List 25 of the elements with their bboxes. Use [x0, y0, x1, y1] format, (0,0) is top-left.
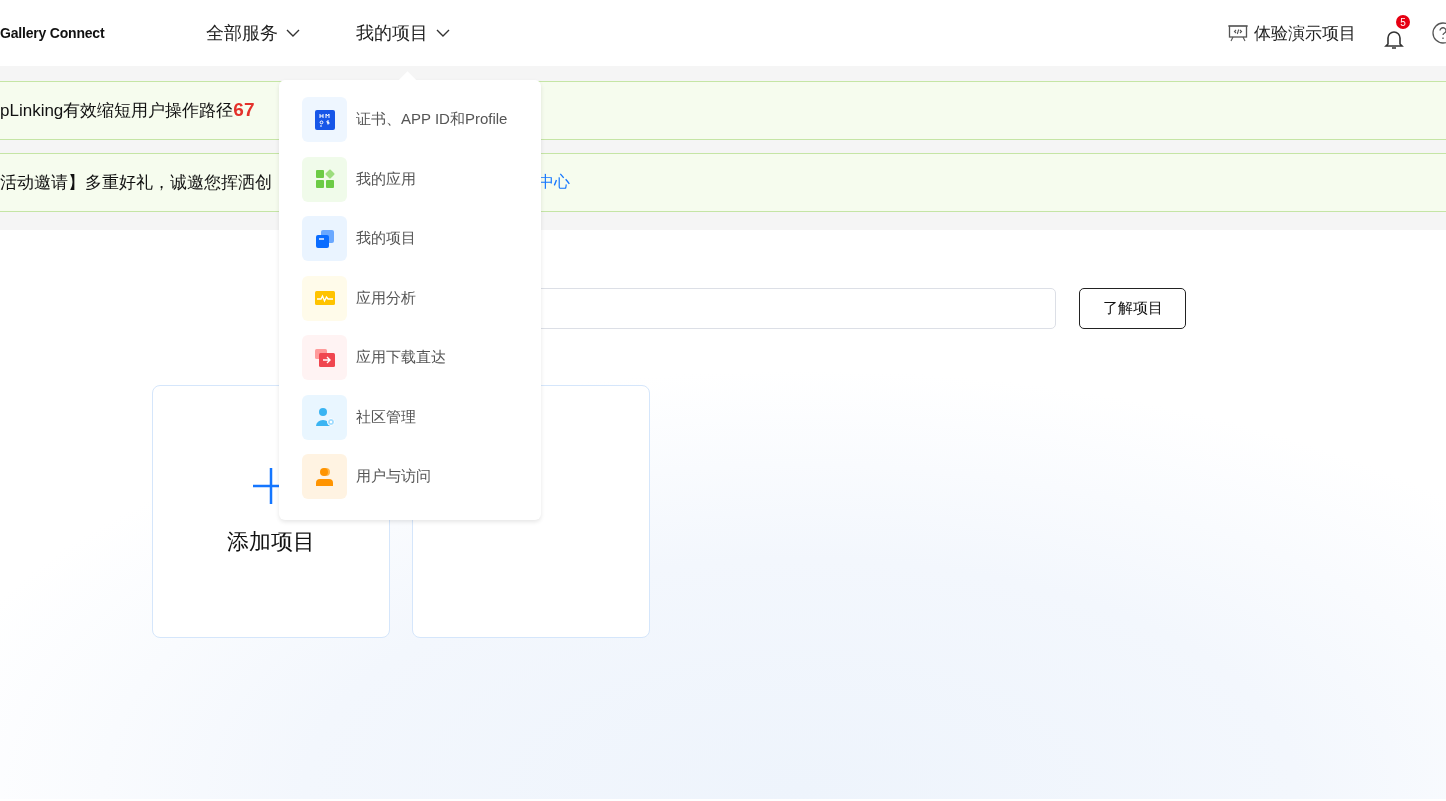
- nav-menu-item[interactable]: 全部服务: [206, 21, 300, 45]
- chart-screen-icon: [302, 275, 347, 321]
- chevron-down-icon: [436, 29, 450, 37]
- dropdown-menu-item[interactable]: 应用下载直达: [279, 335, 541, 380]
- notice-text: pLinking有效缩短用户操作路径67: [0, 99, 256, 122]
- notice-text: 活动邀请】多重好礼，诚邀您挥洒创: [0, 172, 273, 194]
- demo-project-link[interactable]: 体验演示项目: [1228, 21, 1356, 45]
- notification-count-badge: 5: [1396, 15, 1410, 29]
- app-logo-text[interactable]: Gallery Connect: [0, 25, 206, 41]
- stacked-squares-icon: [302, 216, 347, 261]
- dropdown-menu-item[interactable]: 应用分析: [279, 275, 541, 321]
- dropdown-menu-item[interactable]: 我的应用: [279, 156, 541, 202]
- nav-menu-item[interactable]: 我的项目: [356, 21, 450, 45]
- user-gear-icon: [302, 394, 347, 440]
- arrow-into-box-icon: [302, 335, 347, 380]
- notification-button[interactable]: 5: [1382, 15, 1412, 51]
- presentation-board-icon: [1228, 24, 1248, 42]
- chevron-down-icon: [286, 29, 300, 37]
- learn-project-button[interactable]: 了解项目: [1079, 288, 1186, 329]
- person-icon: [302, 454, 347, 499]
- add-project-label: 添加项目: [227, 527, 315, 556]
- hmos-badge-icon: [302, 97, 347, 142]
- dropdown-menu-item[interactable]: 我的项目: [279, 216, 541, 261]
- app-grid-icon: [302, 156, 347, 202]
- dropdown-menu-item[interactable]: 证书、APP ID和Profile: [279, 97, 541, 142]
